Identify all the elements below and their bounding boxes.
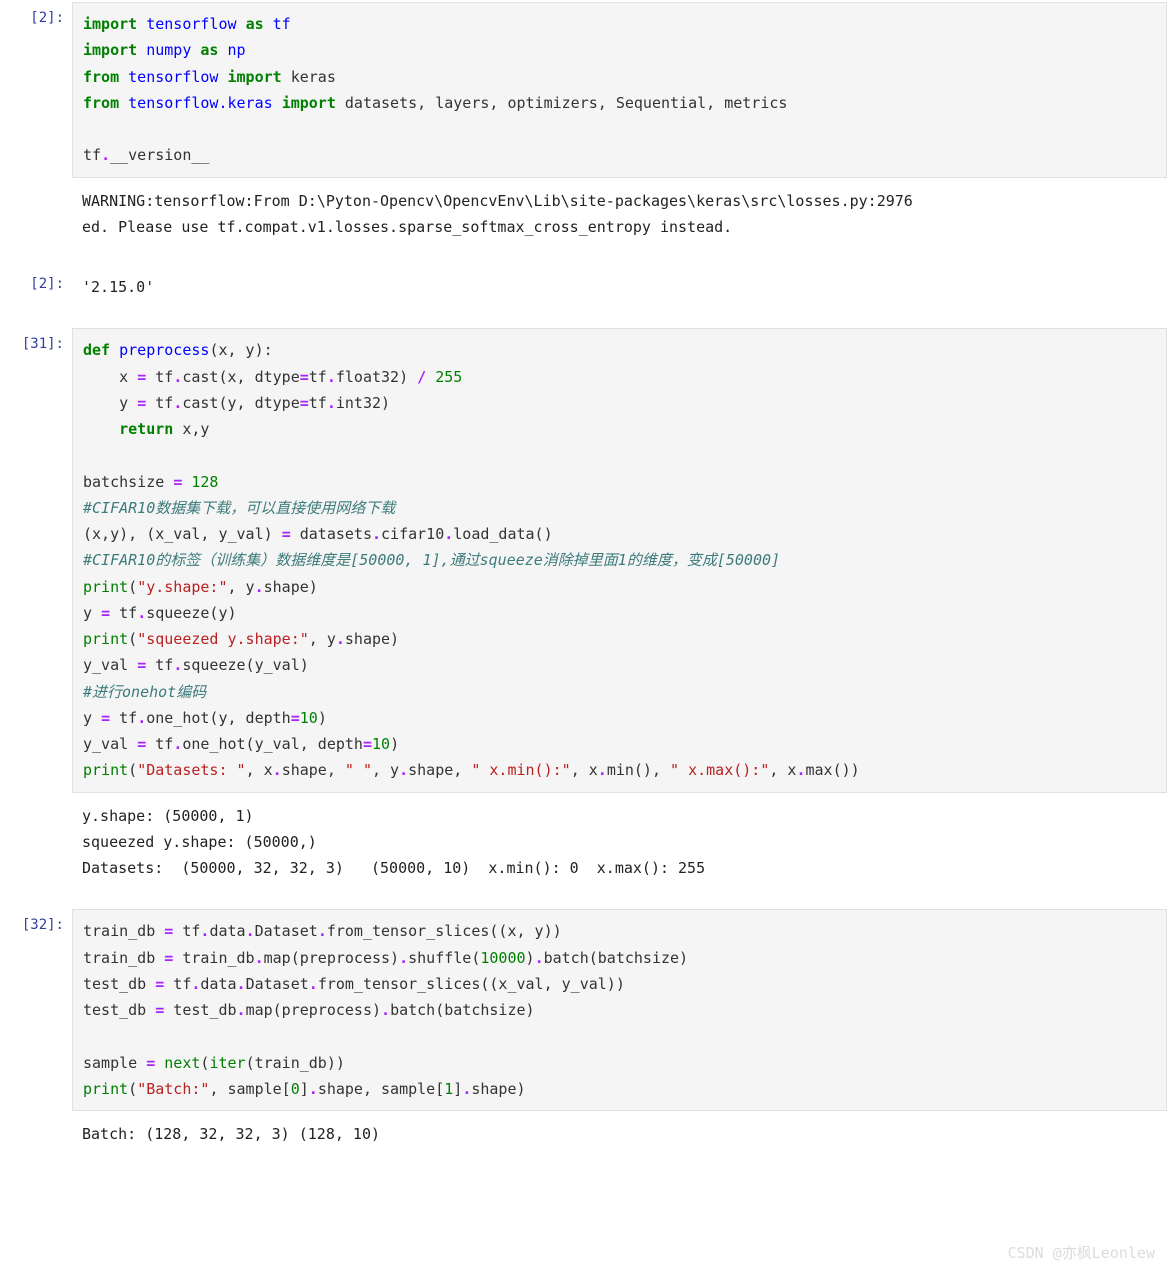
output-text: Batch: (128, 32, 32, 3) (128, 10) xyxy=(82,1121,1157,1147)
result-output: '2.15.0' xyxy=(72,268,1167,306)
empty-prompt xyxy=(0,180,72,190)
input-prompt: [32]: xyxy=(0,907,72,933)
code-content: train_db = tf.data.Dataset.from_tensor_s… xyxy=(83,918,1156,1102)
output-cell: Batch: (128, 32, 32, 3) (128, 10) xyxy=(0,1113,1167,1155)
code-cell: [32]: train_db = tf.data.Dataset.from_te… xyxy=(0,907,1167,1113)
watermark: CSDN @亦枫Leonlew xyxy=(1008,1242,1155,1263)
code-input[interactable]: import tensorflow as tf import numpy as … xyxy=(72,2,1167,178)
code-content: def preprocess(x, y): x = tf.cast(x, dty… xyxy=(83,337,1156,783)
code-input[interactable]: def preprocess(x, y): x = tf.cast(x, dty… xyxy=(72,328,1167,792)
input-prompt: [31]: xyxy=(0,326,72,352)
output-cell: WARNING:tensorflow:From D:\Pyton-Opencv\… xyxy=(0,180,1167,249)
code-cell: [2]: import tensorflow as tf import nump… xyxy=(0,0,1167,180)
code-input[interactable]: train_db = tf.data.Dataset.from_tensor_s… xyxy=(72,909,1167,1111)
output-text: y.shape: (50000, 1) squeezed y.shape: (5… xyxy=(82,803,1157,882)
input-prompt: [2]: xyxy=(0,0,72,26)
stdout-output: y.shape: (50000, 1) squeezed y.shape: (5… xyxy=(72,797,1167,888)
stderr-output: WARNING:tensorflow:From D:\Pyton-Opencv\… xyxy=(72,182,1167,247)
result-text: '2.15.0' xyxy=(82,274,1157,300)
output-prompt: [2]: xyxy=(0,266,72,292)
output-text: WARNING:tensorflow:From D:\Pyton-Opencv\… xyxy=(82,188,1157,241)
result-cell: [2]: '2.15.0' xyxy=(0,266,1167,308)
code-content: import tensorflow as tf import numpy as … xyxy=(83,11,1156,169)
code-cell: [31]: def preprocess(x, y): x = tf.cast(… xyxy=(0,326,1167,794)
output-cell: y.shape: (50000, 1) squeezed y.shape: (5… xyxy=(0,795,1167,890)
empty-prompt xyxy=(0,795,72,805)
empty-prompt xyxy=(0,1113,72,1123)
stdout-output: Batch: (128, 32, 32, 3) (128, 10) xyxy=(72,1115,1167,1153)
